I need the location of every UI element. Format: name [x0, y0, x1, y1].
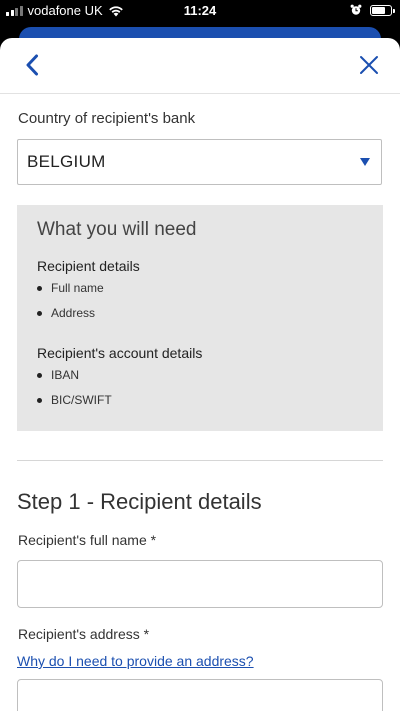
back-button[interactable] — [17, 50, 47, 80]
battery-icon — [370, 4, 395, 16]
alarm-icon — [350, 4, 362, 15]
requirements-item-label: IBAN — [51, 368, 80, 382]
country-label: Country of recipient's bank — [18, 110, 196, 127]
full-name-label: Recipient's full name * — [18, 532, 157, 548]
screen: vodafone UK 11:24 Country of recipient's… — [0, 0, 400, 711]
requirements-item-label: Address — [51, 306, 96, 320]
full-name-input[interactable] — [17, 560, 383, 608]
requirements-item-label: BIC/SWIFT — [51, 393, 112, 407]
chevron-left-icon — [26, 54, 38, 76]
requirements-list-item: IBAN — [37, 368, 79, 382]
requirements-section-heading: Recipient details — [37, 258, 140, 274]
status-bar: vodafone UK 11:24 — [0, 0, 400, 22]
address-input[interactable] — [17, 679, 383, 711]
status-time: 11:24 — [183, 3, 217, 18]
requirements-list-item: Address — [37, 306, 95, 320]
requirements-item-label: Full name — [51, 281, 104, 295]
requirements-list-item: BIC/SWIFT — [37, 393, 112, 407]
address-label: Recipient's address * — [18, 626, 150, 642]
section-divider — [17, 460, 383, 461]
close-icon — [360, 56, 378, 74]
address-help-link[interactable]: Why do I need to provide an address? — [17, 653, 254, 669]
modal-sheet: Country of recipient's bank BELGIUM What… — [0, 38, 400, 711]
country-selected-value: BELGIUM — [27, 152, 106, 171]
country-select[interactable]: BELGIUM — [17, 139, 382, 185]
requirements-section-heading: Recipient's account details — [37, 345, 203, 361]
requirements-title: What you will need — [37, 219, 197, 240]
bullet-icon — [37, 372, 42, 378]
bullet-icon — [37, 397, 42, 403]
status-right — [350, 4, 395, 16]
modal-header — [0, 38, 400, 94]
bullet-icon — [37, 285, 42, 291]
requirements-list-item: Full name — [37, 281, 104, 295]
requirements-panel: What you will need Recipient details Ful… — [17, 205, 383, 431]
close-button[interactable] — [354, 50, 384, 80]
step-title: Step 1 - Recipient details — [17, 489, 262, 514]
dropdown-arrow-icon — [360, 158, 370, 166]
bullet-icon — [37, 310, 42, 316]
